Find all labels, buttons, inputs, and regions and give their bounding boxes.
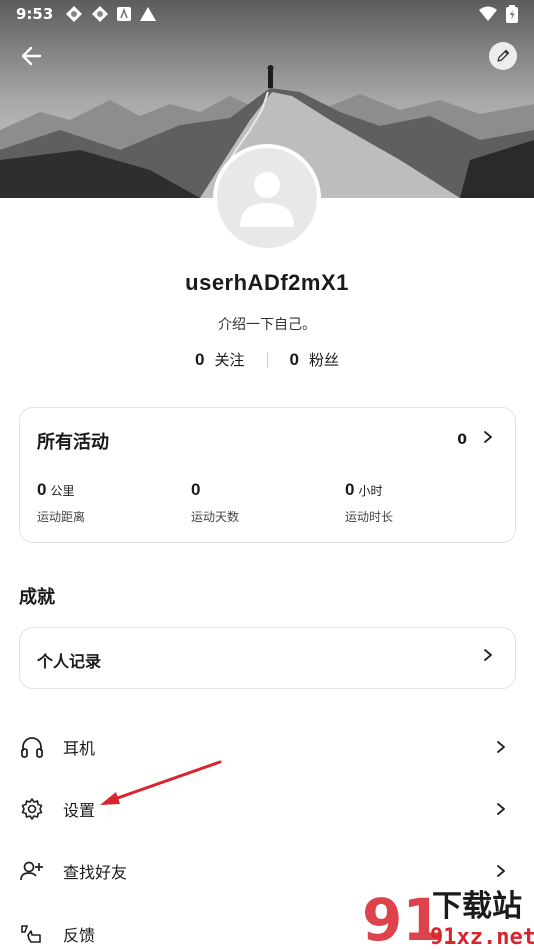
app-notification-icon: [92, 6, 109, 22]
feedback-icon: [19, 921, 45, 947]
activities-title: 所有活动: [37, 432, 109, 453]
days-label: 运动天数: [191, 510, 240, 524]
days-stat: 0 运动天数: [191, 480, 239, 525]
following-count: 0: [195, 349, 205, 369]
watermark-logo: 91 下载站 91xz.net: [360, 882, 534, 950]
back-arrow-icon: [21, 46, 42, 66]
gear-icon: [19, 796, 45, 822]
chevron-right-icon: [497, 865, 505, 877]
watermark-brand: 下载站: [432, 889, 522, 924]
all-activities-card[interactable]: 所有活动 0 0 公里 运动距离 0 运动天数 0 小时 运动时长: [19, 407, 516, 543]
triangle-notification-icon: [140, 7, 157, 21]
chevron-right-icon: [484, 431, 492, 443]
menu-label: 查找好友: [63, 863, 128, 882]
back-button[interactable]: [18, 42, 46, 70]
achievements-heading: 成就: [19, 587, 55, 608]
avatar[interactable]: [213, 144, 321, 252]
distance-value: 0: [37, 480, 47, 499]
activities-count: 0: [457, 432, 467, 448]
menu-label: 反馈: [63, 926, 96, 945]
headphones-icon: [19, 734, 45, 760]
watermark-domain: 91xz.net: [430, 925, 534, 950]
menu-item-headphones[interactable]: 耳机: [0, 721, 534, 773]
notification-icons: [65, 5, 157, 23]
wifi-icon: [479, 6, 497, 21]
days-value: 0: [191, 480, 201, 499]
edit-cover-button[interactable]: [489, 42, 517, 70]
status-bar: 9:53: [0, 0, 534, 28]
personal-records-label: 个人记录: [37, 652, 102, 671]
chevron-right-icon: [497, 741, 505, 753]
annotation-arrow: [100, 760, 222, 805]
chevron-right-icon: [497, 803, 505, 815]
bio-text[interactable]: 介绍一下自己。: [0, 314, 534, 334]
follow-stats: 0 关注 0 粉丝: [0, 349, 534, 370]
duration-value: 0: [345, 480, 355, 499]
distance-label: 运动距离: [37, 510, 86, 524]
font-notification-icon: [117, 7, 132, 21]
chevron-right-icon: [484, 649, 492, 661]
menu-item-settings[interactable]: 设置: [0, 783, 534, 835]
distance-unit: 公里: [50, 484, 75, 498]
duration-label: 运动时长: [345, 510, 394, 524]
divider: [266, 351, 268, 368]
followers-stat[interactable]: 0 粉丝: [290, 349, 339, 370]
battery-icon: [506, 5, 518, 23]
following-label: 关注: [214, 351, 245, 369]
following-stat[interactable]: 0 关注: [195, 349, 244, 370]
status-time: 9:53: [16, 5, 54, 23]
username: userhADf2mX1: [185, 270, 349, 295]
duration-stat: 0 小时 运动时长: [345, 480, 393, 525]
followers-label: 粉丝: [308, 351, 339, 369]
app-notification-icon: [66, 6, 83, 22]
personal-records-card[interactable]: 个人记录: [19, 627, 516, 689]
add-friend-icon: [19, 858, 45, 884]
menu-label: 设置: [63, 801, 96, 820]
menu-label: 耳机: [63, 739, 96, 758]
duration-unit: 小时: [358, 484, 383, 498]
followers-count: 0: [289, 349, 299, 369]
pencil-icon: [497, 49, 510, 62]
distance-stat: 0 公里 运动距离: [37, 480, 85, 525]
default-user-icon: [240, 172, 294, 227]
